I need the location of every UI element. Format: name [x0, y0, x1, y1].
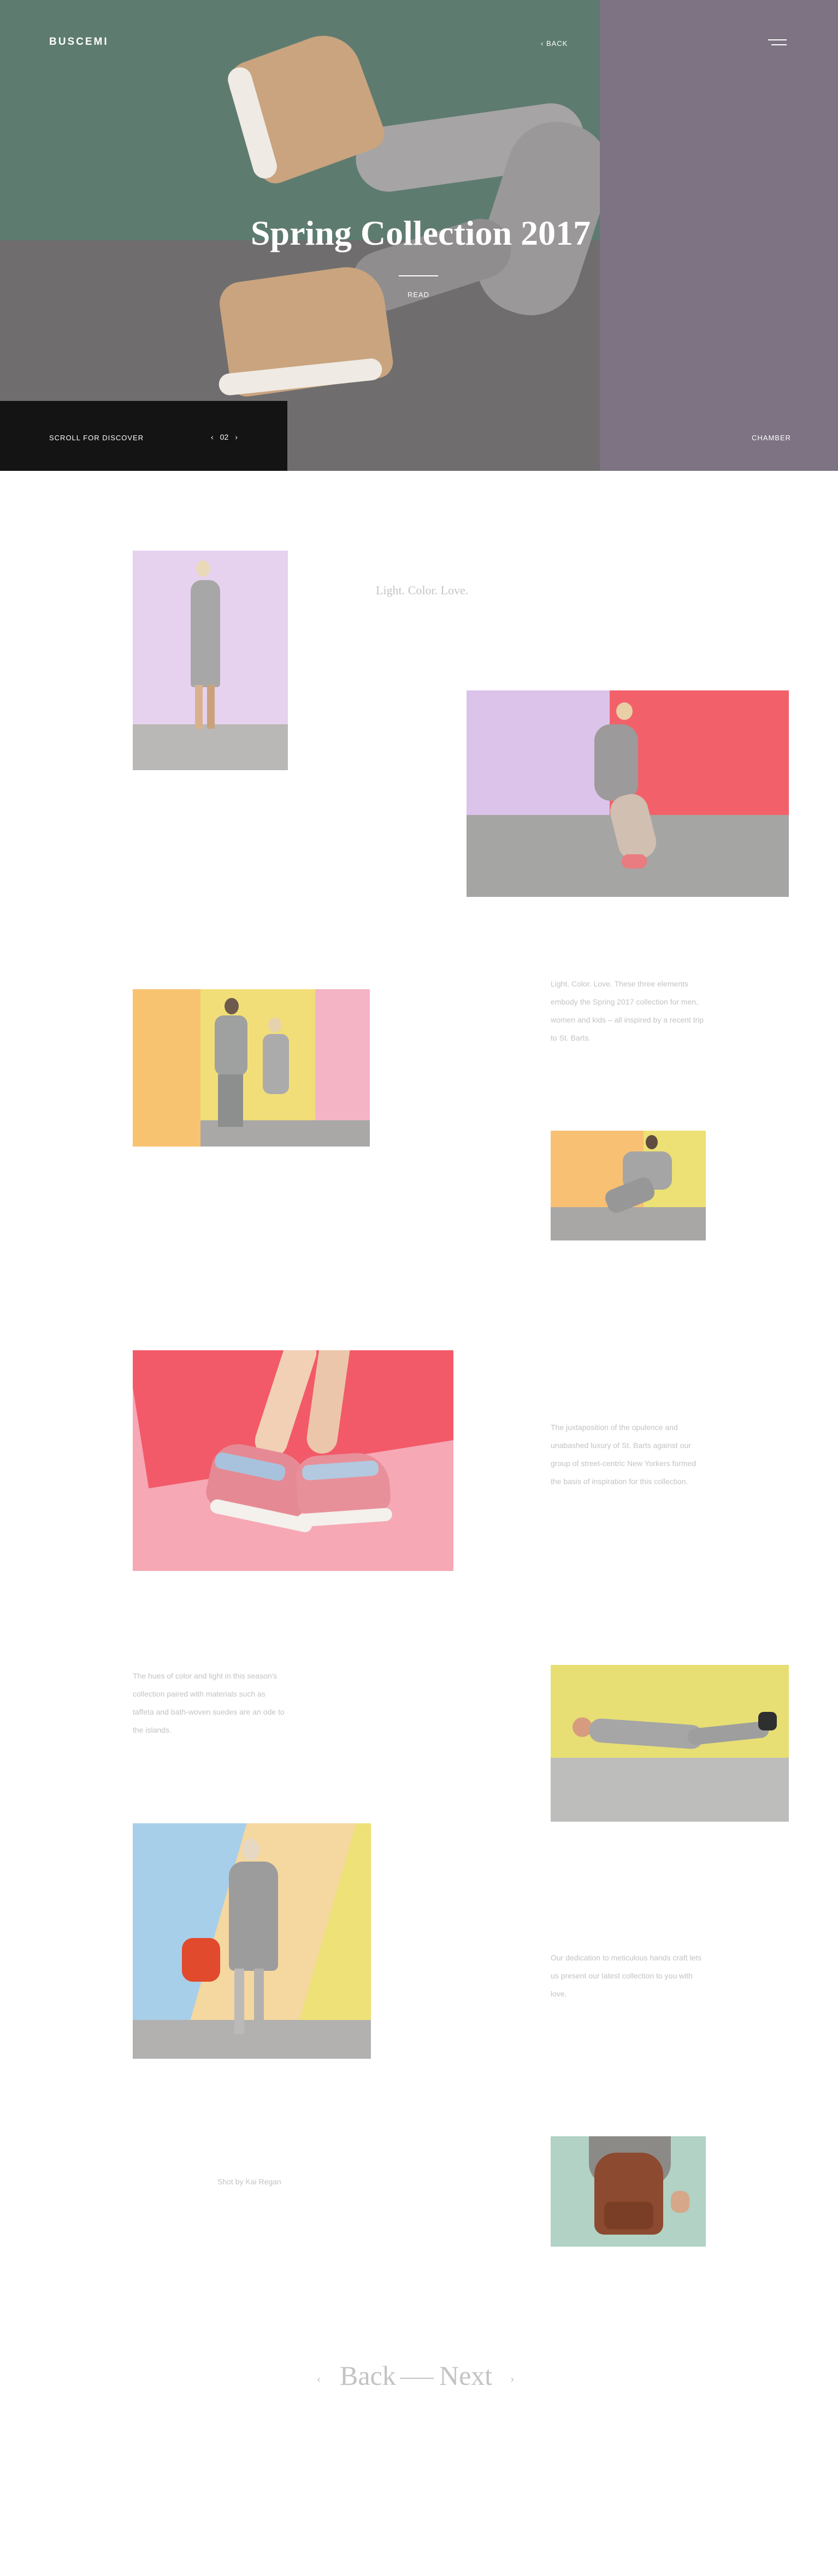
collection-caption: The hues of color and light in this seas… [133, 1671, 285, 1734]
slide-pager: ‹ 02 › [208, 433, 241, 441]
collection-tagline: Light. Color. Love. [376, 583, 469, 597]
hamburger-line [768, 39, 787, 40]
hero-section: BUSCEMI ‹ BACK Spring Collection 2017 RE… [0, 0, 838, 471]
next-arrow-icon[interactable]: › [510, 2372, 514, 2386]
brand-logo[interactable]: BUSCEMI [49, 36, 109, 48]
hamburger-icon[interactable] [768, 38, 787, 47]
back-link[interactable]: ‹ BACK [541, 39, 568, 48]
hero-side-panel [600, 0, 838, 471]
collection-caption: Light. Color. Love. These three elements… [551, 979, 704, 1042]
collection-caption: Our dedication to meticulous hands craft… [551, 1953, 702, 1998]
photo-couple-colorwall [133, 989, 370, 1147]
prev-arrow-icon[interactable]: ‹ [317, 2372, 321, 2386]
back-button[interactable]: Back [340, 2360, 396, 2391]
photo-woman-lavender [133, 551, 288, 770]
scroll-discover-label[interactable]: SCROLL FOR DISCOVER [49, 434, 144, 442]
pagination-nav: ‹ Back Next › [311, 2360, 527, 2398]
hamburger-line [771, 44, 787, 45]
nav-divider [400, 2378, 434, 2379]
pager-prev-arrow-icon[interactable]: ‹ [211, 433, 214, 441]
photo-man-seated [551, 1131, 706, 1240]
photo-woman-backpack [133, 1823, 371, 2059]
pager-current: 02 [220, 433, 229, 441]
photo-man-lying [551, 1665, 789, 1822]
photo-credit: Shot by Kai Regan [217, 2177, 281, 2186]
scroll-discover-bar: SCROLL FOR DISCOVER ‹ 02 › [0, 401, 287, 471]
title-divider [399, 275, 438, 276]
collection-caption: The juxtaposition of the opulence and un… [551, 1423, 697, 1486]
read-link[interactable]: READ [404, 291, 433, 299]
pager-next-arrow-icon[interactable]: › [235, 433, 238, 441]
chamber-link[interactable]: CHAMBER [752, 434, 791, 442]
page-title: Spring Collection 2017 [250, 214, 591, 252]
photo-leather-backpack [551, 2136, 706, 2247]
next-button[interactable]: Next [439, 2360, 492, 2391]
photo-sneakers-pink [133, 1350, 453, 1571]
photo-woman-seated [467, 690, 789, 897]
